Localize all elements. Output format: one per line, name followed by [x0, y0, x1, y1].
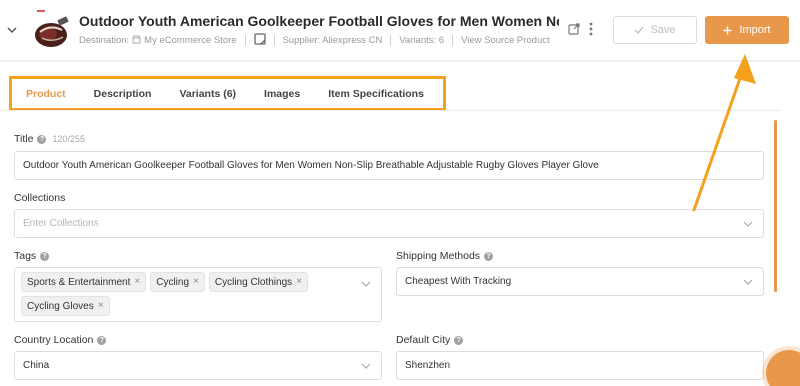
tab-item-specifications[interactable]: Item Specifications: [314, 79, 438, 108]
supplier-text: Supplier: Aliexpress CN: [282, 35, 383, 46]
product-thumbnail: [35, 16, 69, 47]
variants-text: Variants: 6: [399, 35, 445, 46]
close-icon[interactable]: ×: [134, 277, 140, 287]
product-tabs: Product Description Variants (6) Images …: [9, 76, 446, 111]
shipping-value: Cheapest With Tracking: [405, 276, 512, 287]
close-icon[interactable]: ×: [296, 277, 302, 287]
product-title: Outdoor Youth American Goolkeeper Footba…: [79, 13, 559, 29]
destination-value: My eCommerce Store: [144, 35, 237, 46]
collections-label-row: Collections: [14, 192, 65, 204]
close-icon[interactable]: ×: [193, 277, 199, 287]
meta-divider: [452, 35, 454, 46]
tab-images[interactable]: Images: [250, 79, 314, 108]
meta-divider: [390, 35, 392, 46]
chat-button[interactable]: [766, 350, 800, 386]
external-link-icon[interactable]: [568, 23, 580, 35]
product-meta: Destination: My eCommerce Store Supplier…: [79, 33, 550, 48]
meta-divider: [273, 35, 275, 46]
help-icon[interactable]: ?: [40, 251, 50, 261]
tab-product[interactable]: Product: [12, 79, 80, 111]
help-icon[interactable]: ?: [37, 134, 47, 144]
tags-label-row: Tags ?: [14, 250, 50, 262]
collections-placeholder: Enter Collections: [23, 218, 99, 229]
chevron-down-icon: [743, 221, 753, 227]
title-char-count: 120/255: [52, 134, 85, 144]
tags-select[interactable]: Sports & Entertainment × Cycling × Cycling…: [14, 267, 382, 322]
tags-list: Sports & Entertainment × Cycling × Cycling…: [21, 272, 351, 316]
help-icon[interactable]: ?: [97, 335, 107, 345]
help-icon[interactable]: ?: [484, 251, 494, 261]
tag-chip: Sports & Entertainment ×: [21, 272, 147, 292]
view-source-link[interactable]: View Source Product: [461, 35, 550, 46]
country-value: China: [23, 360, 50, 371]
more-vertical-icon[interactable]: [588, 22, 594, 36]
title-label-row: Title ? 120/255: [14, 133, 85, 145]
chevron-down-icon: [361, 281, 371, 287]
close-icon[interactable]: ×: [98, 301, 104, 311]
meta-divider: [244, 35, 246, 46]
country-label-row: Country Location ?: [14, 334, 107, 346]
tag-chip: Cycling Gloves ×: [21, 296, 110, 316]
title-input-value: Outdoor Youth American Goolkeeper Footba…: [23, 160, 599, 171]
chevron-down-icon[interactable]: [6, 24, 18, 36]
shipping-select[interactable]: Cheapest With Tracking: [396, 267, 764, 296]
save-label: Save: [650, 24, 676, 36]
tag-label: Cycling Clothings: [214, 276, 293, 288]
tags-label: Tags: [14, 250, 37, 262]
scrollbar[interactable]: [774, 120, 777, 292]
header-divider: [0, 60, 800, 62]
chevron-down-icon: [743, 279, 753, 285]
tag-chip: Cycling Clothings ×: [208, 272, 308, 292]
title-input[interactable]: Outdoor Youth American Goolkeeper Footba…: [14, 151, 764, 180]
chevron-down-icon: [361, 363, 371, 369]
check-icon: [634, 26, 644, 34]
tag-label: Cycling: [156, 276, 190, 288]
country-select[interactable]: China: [14, 351, 382, 380]
note-icon[interactable]: [253, 33, 266, 48]
collections-select[interactable]: Enter Collections: [14, 209, 764, 238]
tab-variants[interactable]: Variants (6): [165, 79, 250, 108]
collections-label: Collections: [14, 192, 66, 204]
app-root: Outdoor Youth American Goolkeeper Footba…: [0, 0, 800, 386]
tabs-divider: [0, 110, 782, 111]
city-label: Default City: [396, 334, 451, 346]
help-icon[interactable]: ?: [454, 335, 464, 345]
tab-description[interactable]: Description: [80, 79, 166, 108]
save-button[interactable]: Save: [613, 16, 697, 44]
tag-chip: Cycling ×: [150, 272, 205, 292]
city-input[interactable]: Shenzhen: [396, 351, 764, 380]
thumbnail-marker: [37, 10, 45, 12]
tag-label: Sports & Entertainment: [27, 276, 131, 288]
plus-icon: [723, 26, 732, 34]
store-icon: [132, 35, 141, 47]
product-header: Outdoor Youth American Goolkeeper Footba…: [0, 0, 800, 62]
destination-label: Destination:: [79, 35, 130, 46]
import-label: Import: [739, 24, 771, 36]
country-label: Country Location: [14, 334, 94, 346]
import-button[interactable]: Import: [705, 16, 789, 44]
tag-label: Cycling Gloves: [27, 300, 94, 312]
header-actions: [568, 22, 594, 36]
shipping-label: Shipping Methods: [396, 250, 481, 262]
city-value: Shenzhen: [405, 360, 451, 371]
title-label: Title: [14, 133, 34, 145]
city-label-row: Default City ?: [396, 334, 464, 346]
shipping-label-row: Shipping Methods ?: [396, 250, 494, 262]
